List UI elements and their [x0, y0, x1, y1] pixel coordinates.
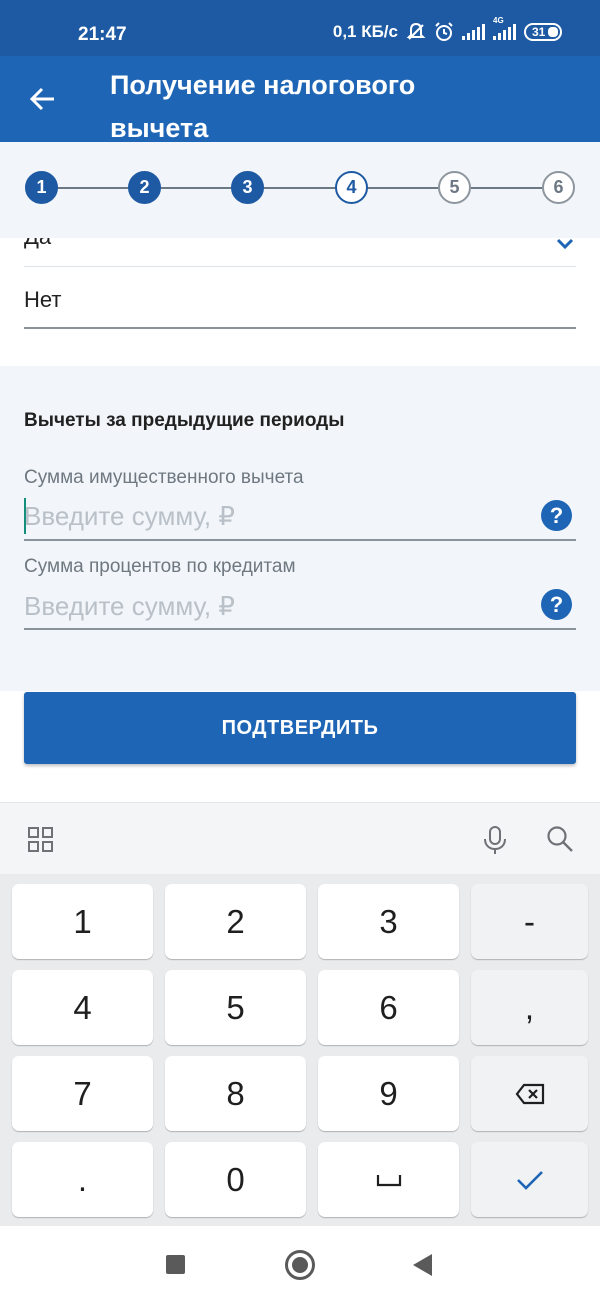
back-icon[interactable]: [413, 1254, 432, 1276]
key-dot[interactable]: .: [12, 1142, 153, 1217]
step-5[interactable]: 5: [438, 171, 471, 204]
recent-apps-icon[interactable]: [166, 1255, 185, 1274]
done-key[interactable]: [471, 1142, 588, 1217]
space-key[interactable]: [318, 1142, 459, 1217]
help-icon[interactable]: ?: [541, 589, 572, 620]
microphone-icon[interactable]: [482, 825, 508, 855]
search-icon[interactable]: [546, 825, 574, 853]
key-8[interactable]: 8: [165, 1056, 306, 1131]
alarm-icon: [435, 22, 453, 41]
space-icon: [376, 1174, 401, 1186]
home-icon[interactable]: [285, 1250, 315, 1280]
loan-interest-label: Сумма процентов по кредитам: [24, 556, 296, 577]
loan-interest-input[interactable]: [24, 586, 529, 626]
key-6[interactable]: 6: [318, 970, 459, 1045]
backspace-key[interactable]: [471, 1056, 588, 1131]
option-no[interactable]: Нет: [24, 287, 61, 313]
key-9[interactable]: 9: [318, 1056, 459, 1131]
apps-grid-icon[interactable]: [28, 827, 53, 852]
property-deduction-input[interactable]: [24, 496, 529, 536]
property-deduction-underline: [24, 539, 576, 541]
notifications-off-icon: [406, 22, 426, 40]
status-time: 21:47: [78, 24, 127, 45]
step-3[interactable]: 3: [231, 171, 264, 204]
arrow-left-icon[interactable]: [26, 82, 60, 116]
network-speed: 0,1 КБ/с: [332, 22, 398, 41]
key-0[interactable]: 0: [165, 1142, 306, 1217]
status-indicators: 0,1 КБ/с 4G 31: [332, 16, 562, 42]
step-6[interactable]: 6: [542, 171, 575, 204]
help-icon[interactable]: ?: [541, 500, 572, 531]
key-2[interactable]: 2: [165, 884, 306, 959]
key-5[interactable]: 5: [165, 970, 306, 1045]
signal-4g-icon: 4G: [493, 16, 516, 40]
keyboard-toolbar: [0, 802, 600, 874]
step-1[interactable]: 1: [25, 171, 58, 204]
select-options: Да Нет: [0, 238, 600, 366]
select-underline: [24, 327, 576, 329]
check-icon: [516, 1170, 543, 1190]
numeric-keyboard: 1 2 3 - 4 5 6 , 7 8 9 . 0: [0, 874, 600, 1226]
system-nav-bar: [0, 1226, 600, 1299]
signal-icon: [462, 24, 485, 40]
stepper: [0, 142, 600, 238]
confirm-button[interactable]: ПОДТВЕРДИТЬ: [24, 692, 576, 764]
key-comma[interactable]: ,: [471, 970, 588, 1045]
key-4[interactable]: 4: [12, 970, 153, 1045]
status-bar: 21:47 0,1 КБ/с 4G 31: [0, 0, 600, 56]
key-minus[interactable]: -: [471, 884, 588, 959]
app-bar: Получение налогового вычета: [0, 56, 600, 143]
backspace-icon: [515, 1083, 544, 1104]
option-divider: [24, 266, 576, 267]
loan-interest-underline: [24, 628, 576, 630]
chevron-down-icon[interactable]: [556, 238, 574, 250]
network-type: 4G: [493, 16, 504, 25]
battery-level: 31: [532, 25, 546, 39]
key-3[interactable]: 3: [318, 884, 459, 959]
page-title: Получение налогового вычета: [110, 70, 416, 143]
battery-icon: 31: [524, 23, 562, 41]
previous-periods-section: Вычеты за предыдущие периоды Сумма имуще…: [0, 366, 600, 691]
section-title: Вычеты за предыдущие периоды: [24, 410, 345, 431]
step-4[interactable]: 4: [335, 171, 368, 204]
step-2[interactable]: 2: [128, 171, 161, 204]
property-deduction-label: Сумма имущественного вычета: [24, 467, 304, 488]
key-7[interactable]: 7: [12, 1056, 153, 1131]
option-yes[interactable]: Да: [24, 238, 51, 250]
key-1[interactable]: 1: [12, 884, 153, 959]
stepper-line: [42, 187, 558, 189]
